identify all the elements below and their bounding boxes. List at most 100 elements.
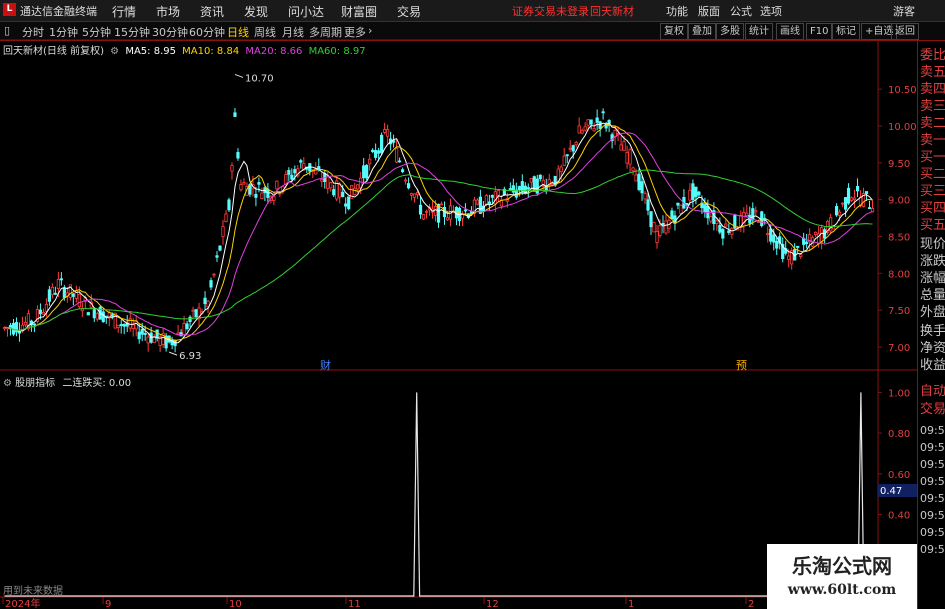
time-tick-label: 11 xyxy=(348,599,361,609)
candle-body xyxy=(631,167,635,172)
candle-body xyxy=(44,303,49,312)
price-tick-label: 10.50 xyxy=(888,85,917,96)
candle-body xyxy=(559,166,563,173)
candle-body xyxy=(137,331,141,340)
candle-body xyxy=(769,228,773,242)
candle-body xyxy=(721,229,725,239)
time-tick-label: 12 xyxy=(486,599,499,609)
candle-body xyxy=(772,234,776,243)
candle-body xyxy=(230,165,234,172)
candle-body xyxy=(595,117,599,123)
candle-body xyxy=(53,292,57,295)
candle-body xyxy=(386,129,390,137)
candle-body xyxy=(95,313,99,320)
candle-body xyxy=(392,140,396,143)
candle-body xyxy=(649,211,653,228)
candle-body xyxy=(122,323,126,327)
high-pointer xyxy=(234,73,244,78)
candle-body xyxy=(568,147,572,150)
candle-body xyxy=(329,182,333,189)
candle-body xyxy=(191,309,195,312)
candle-body xyxy=(290,174,294,180)
candle-body xyxy=(433,206,438,216)
kline-chart[interactable]: 10.50 10.00 9.50 9.00 8.50 8.00 7.50 7.00 1.00 0.… xyxy=(0,0,945,609)
future-data-warning: 用到未来数据 xyxy=(3,586,63,597)
candle-body xyxy=(586,119,590,126)
rp-trade[interactable]: 交易 xyxy=(920,402,945,418)
time-tick-label: 9 xyxy=(105,599,111,609)
candle-body xyxy=(110,314,114,317)
candle-body xyxy=(834,206,839,216)
indicator-settings-icon[interactable]: ⚙ xyxy=(3,378,12,389)
candle-body xyxy=(867,207,872,210)
candle-body xyxy=(658,225,662,236)
candle-body xyxy=(724,223,728,227)
candle-body xyxy=(365,164,369,179)
candle-body xyxy=(332,189,336,196)
candle-body xyxy=(517,186,521,191)
candle-body xyxy=(400,169,405,173)
indicator-tick-label: 0.80 xyxy=(888,429,910,440)
candle-body xyxy=(394,147,399,163)
candle-body xyxy=(577,125,581,134)
candle-body xyxy=(538,174,542,180)
rp-time-5: 09:50 xyxy=(920,492,945,505)
time-tick-label: 2 xyxy=(748,599,754,609)
candle-body xyxy=(71,293,75,297)
candle-body xyxy=(526,187,530,190)
indicator-tick-label: 0.40 xyxy=(888,511,910,522)
candle-body xyxy=(215,255,219,258)
candle-body xyxy=(846,187,851,204)
candle-body xyxy=(59,278,63,281)
candle-body xyxy=(424,210,429,213)
candle-body xyxy=(257,182,261,185)
candle-body xyxy=(601,111,605,114)
candle-body xyxy=(637,173,641,190)
candle-body xyxy=(652,222,656,233)
candle-body xyxy=(520,181,524,192)
candle-body xyxy=(787,255,791,260)
candle-body xyxy=(86,312,90,316)
candle-body xyxy=(490,195,494,198)
candle-body xyxy=(397,160,402,163)
candle-body xyxy=(460,214,465,219)
candle-body xyxy=(511,185,515,193)
rp-buy4: 买四 xyxy=(920,201,945,216)
candle-body xyxy=(242,182,246,185)
candle-body xyxy=(799,254,803,257)
candle-body xyxy=(766,233,770,235)
candle-body xyxy=(272,196,276,201)
candle-body xyxy=(852,197,857,200)
candle-body xyxy=(377,150,381,154)
candle-body xyxy=(463,209,468,212)
ma5-line xyxy=(4,122,873,344)
candle-body xyxy=(203,297,207,305)
rp-time-4: 09:50 xyxy=(920,475,945,488)
candle-body xyxy=(655,231,659,243)
candle-body xyxy=(284,174,288,185)
candle-body xyxy=(849,197,854,201)
rp-change: 涨跌 xyxy=(920,254,945,269)
candle-body xyxy=(119,324,123,326)
rp-volume: 总量 xyxy=(920,288,945,303)
rp-sell5: 卖五 xyxy=(920,65,945,80)
watermark-logo: 乐淘公式网 www.60lt.com xyxy=(767,544,917,609)
high-price-label: 10.70 xyxy=(245,73,274,84)
candle-body xyxy=(224,213,228,223)
candle-body xyxy=(32,323,37,326)
candle-body xyxy=(275,180,279,190)
candle-body xyxy=(146,336,150,344)
candle-body xyxy=(676,202,680,206)
rp-auto[interactable]: 自动 xyxy=(920,384,945,400)
rp-buy1: 买一 xyxy=(920,150,945,165)
candle-body xyxy=(221,226,225,238)
price-tick-label: 9.00 xyxy=(888,196,910,207)
ma10-line xyxy=(4,124,873,342)
candle-body xyxy=(155,329,159,339)
candle-body xyxy=(670,210,674,220)
candle-body xyxy=(62,287,66,298)
candle-body xyxy=(855,186,860,192)
candle-body xyxy=(643,192,647,200)
rp-buy5: 买五 xyxy=(920,218,945,233)
candle-body xyxy=(709,216,713,222)
